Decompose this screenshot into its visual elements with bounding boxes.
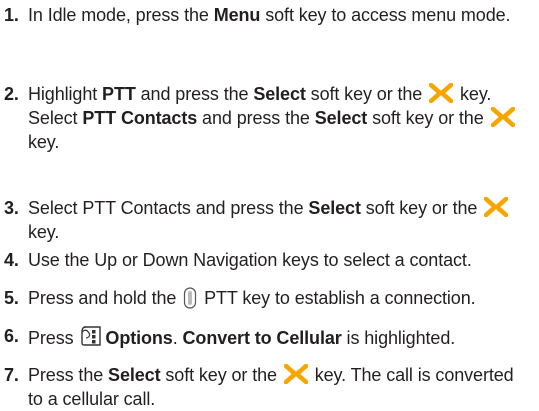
step-text-run: and press the [135,84,254,104]
bold-term: Select [108,365,161,385]
step-text-run: Select PTT Contacts and press the [28,198,309,218]
step-text: Press Options. Convert to Cellular is hi… [28,324,533,350]
step-text-run: PTT key to establish a connection. [199,288,476,308]
bold-term: Select [314,108,368,128]
ok-key-icon [483,196,509,218]
step-text-run: In Idle mode, press the [28,5,214,25]
step-text: Press the Select soft key or the key. Th… [28,363,533,411]
ok-key-icon [428,82,454,104]
step-number: 7. [4,365,19,385]
step-text-run: soft key or the [160,365,282,385]
step-text-run: Press the [28,365,109,385]
ptt-key-icon [183,287,197,309]
step-number: 5. [4,288,19,308]
step-text-run: Highlight [28,84,103,104]
step-text-run: Use the Up or Down Navigation keys to se… [28,250,472,270]
step-text: Press and hold the PTT key to establish … [28,286,533,310]
bold-term: Menu [213,5,261,25]
bold-term: Options [105,328,173,348]
ok-key-icon [283,363,309,385]
step-text: In Idle mode, press the Menu soft key to… [28,3,533,27]
step-number: 3. [4,198,19,218]
step-number: 4. [4,250,19,270]
bold-term: Select [308,198,361,218]
step-text-run: is highlighted. [341,328,456,348]
step-number: 6. [4,326,19,346]
step-text-run: soft key or the [305,84,428,104]
step-text-run: and press the [197,108,315,128]
step-text-run: Press and hold the [28,288,182,308]
bold-term: PTT [102,84,136,104]
bold-term: Convert to Cellular [182,328,342,348]
step-text: Select PTT Contacts and press the Select… [28,196,533,244]
step-text-run: Press [28,328,79,348]
step-text: Highlight PTT and press the Select soft … [28,82,533,154]
step-text-run: key. [28,132,60,152]
step-text-run: . [172,328,183,348]
step-number: 1. [4,5,19,25]
step-text: Use the Up or Down Navigation keys to se… [28,248,533,272]
step-text-run: soft key or the [367,108,489,128]
bold-term: Select [253,84,306,104]
step-text-run: key. [28,222,60,242]
ok-key-icon [490,106,515,128]
step-text-run: soft key or the [360,198,483,218]
step-number: 2. [4,84,19,104]
options-key-icon [80,324,102,348]
bold-term: PTT Contacts [82,108,198,128]
step-text-run: soft key to access menu mode. [260,5,511,25]
